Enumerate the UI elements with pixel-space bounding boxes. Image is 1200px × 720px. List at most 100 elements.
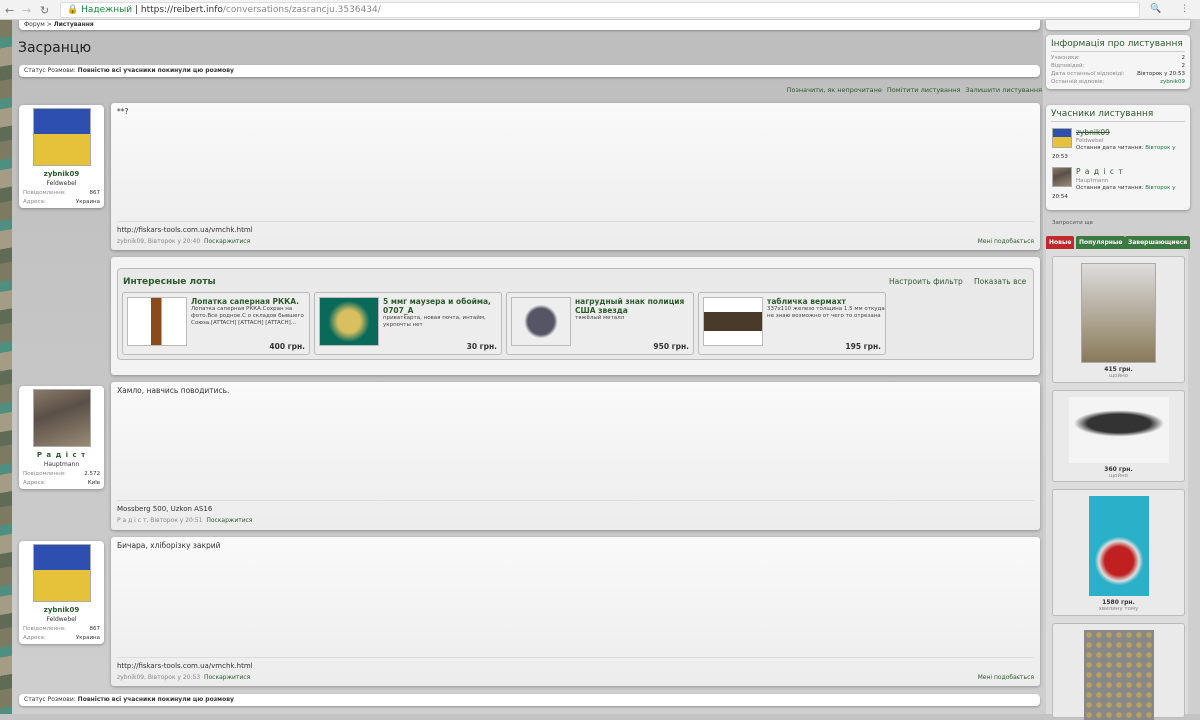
lot-time: щойно: [1108, 373, 1129, 379]
message-text: Бичара, хліборізку закрий: [117, 541, 221, 550]
leave-conversation-link[interactable]: Залишити листування: [965, 86, 1042, 94]
like-link[interactable]: Мені подобається: [978, 674, 1034, 681]
username[interactable]: Р а д і с т: [23, 451, 100, 459]
lot-price: 400 грн.: [269, 342, 305, 351]
message-meta: zybnik09, Вівторок у 20:53: [117, 674, 201, 681]
tab-popular[interactable]: Популярные: [1076, 236, 1126, 249]
back-icon[interactable]: ←: [5, 4, 14, 17]
lot-price: 195 грн.: [845, 342, 881, 351]
user-rank: Feldwebel: [46, 616, 77, 623]
lot-price: 950 грн.: [653, 342, 689, 351]
lots-title: Интересные лоты: [123, 277, 216, 287]
invite-link[interactable]: Запросити ще: [1052, 220, 1093, 226]
lot-price: 415 грн.: [1104, 366, 1133, 373]
search-icon[interactable]: 🔍: [1150, 4, 1161, 14]
address-value: Украина: [75, 199, 100, 205]
report-link[interactable]: Поскаржитися: [204, 674, 250, 681]
message-meta: Р а д і с т, Вівторок у 20:51: [117, 517, 203, 524]
lot-desc: приватkарта, новая почта, интайм, укрпоч…: [383, 315, 486, 328]
conversation-info: Інформація про листування Учасники: 2 Від…: [1046, 35, 1190, 89]
lot-desc: тяжёлый металл: [575, 315, 625, 321]
show-all-link[interactable]: Показать все: [974, 277, 1026, 286]
lot-price: 30 грн.: [466, 342, 497, 351]
last-replier-link[interactable]: zybnik09: [1160, 79, 1185, 85]
mark-unread-link[interactable]: Позначити, як непрочитане: [787, 86, 882, 94]
lot-image: [1083, 630, 1154, 720]
like-link[interactable]: Мені подобається: [978, 238, 1034, 245]
lot-price: 1580 грн.: [1102, 599, 1135, 606]
messages-count: 867: [89, 190, 101, 196]
interesting-lots: Интересные лоты Настроить фильтр Показат…: [111, 257, 1040, 375]
info-key: Останній відповів:: [1051, 79, 1105, 85]
participant-rank: Hauptmann: [1076, 178, 1109, 184]
avatar[interactable]: [1052, 128, 1072, 148]
star-conversation-link[interactable]: Помітити листування: [887, 86, 960, 94]
lot-image: [1068, 397, 1169, 463]
lock-icon: 🔒: [67, 5, 79, 15]
signature: Mossberg 500, Uzkon AS16: [117, 500, 1034, 513]
lot-time: щойно: [1108, 473, 1129, 479]
address-bar[interactable]: 🔒 Надежный | https://reibert.info/conver…: [60, 2, 1140, 18]
username[interactable]: zybnik09: [23, 606, 100, 614]
status-value: Повністю всі учасники покинули цю розмов…: [77, 696, 234, 703]
lot-image: [703, 297, 763, 346]
messages-label: Повідомлення:: [23, 190, 66, 196]
username[interactable]: zybnik09: [23, 170, 100, 178]
messages-label: Повідомлення:: [23, 626, 66, 632]
lot-image: [127, 297, 187, 346]
info-value: 2: [1181, 55, 1186, 61]
message: Хамло, навчись поводитись. Mossberg 500,…: [111, 382, 1040, 530]
participant-name[interactable]: Р а д і с т: [1076, 167, 1124, 176]
read-label: Остання дата читання:: [1076, 145, 1144, 151]
message: Бичара, хліборізку закрий http://fiskars…: [111, 537, 1040, 686]
lot-item[interactable]: нагрудный знак полиция США звезда тяжёлый…: [506, 292, 694, 355]
report-link[interactable]: Поскаржитися: [204, 238, 250, 245]
sidebar-lot-item[interactable]: 1580 грн. хвилину тому: [1052, 489, 1185, 616]
breadcrumb-current[interactable]: Листування: [54, 21, 94, 28]
info-key: Дата останньої відповіді:: [1051, 71, 1125, 77]
participant-name[interactable]: zybnik09: [1076, 128, 1110, 137]
signature: http://fiskars-tools.com.ua/vmchk.html: [117, 221, 1034, 234]
sidebar-lot-item[interactable]: 360 грн. щойно: [1052, 390, 1185, 482]
messages-label: Повідомлення:: [23, 471, 66, 477]
read-date: Вівторок у: [1145, 185, 1176, 191]
reload-icon[interactable]: ↻: [40, 4, 49, 17]
browser-toolbar: ← → ↻ 🔒 Надежный | https://reibert.info/…: [0, 0, 1200, 20]
url-path: /conversations/zasrancju.3536434/: [222, 5, 381, 15]
avatar[interactable]: [1052, 167, 1072, 187]
address-label: Адреса:: [23, 635, 46, 641]
lot-image: [319, 297, 379, 346]
avatar[interactable]: [32, 108, 91, 166]
lot-image: [1088, 496, 1149, 596]
message-meta: zybnik09, Вівторок у 20:40: [117, 238, 201, 245]
avatar[interactable]: [32, 389, 91, 447]
sidebar-lot-item[interactable]: [1052, 623, 1185, 720]
sidebar-lot-item[interactable]: 415 грн. щойно: [1052, 256, 1185, 383]
info-title: Інформація про листування: [1051, 39, 1185, 52]
messages-count: 2.572: [84, 471, 100, 477]
lot-item[interactable]: Лопатка саперная РККА. Лопатка саперная Р…: [122, 292, 310, 355]
filter-link[interactable]: Настроить фильтр: [889, 277, 963, 286]
breadcrumb-home[interactable]: Форум: [24, 21, 45, 28]
address-label: Адреса:: [23, 199, 46, 205]
read-time: 20:54: [1052, 194, 1068, 200]
avatar[interactable]: [32, 544, 91, 602]
lot-desc: Лопатка саперная РККА.Сохран на фото.Все…: [191, 306, 304, 326]
status-label: Статус Розмови:: [24, 696, 76, 703]
conversation-actions: Позначити, як непрочитане Помітити листув…: [782, 86, 1042, 94]
report-link[interactable]: Поскаржитися: [206, 517, 252, 524]
tab-ending[interactable]: Завершающиеся: [1125, 236, 1191, 249]
lot-item[interactable]: 5 ммг маузера и обойма, 0707_A приватkарт…: [314, 292, 502, 355]
menu-icon[interactable]: ⋮: [1180, 4, 1189, 14]
info-key: Учасники:: [1051, 55, 1080, 61]
user-rank: Hauptmann: [43, 461, 80, 468]
participants-title: Учасники листування: [1051, 109, 1185, 122]
info-key: Відповідей:: [1051, 63, 1085, 69]
page-title: Засранцю: [18, 40, 92, 56]
lot-desc: 337x110 железо толщина 1.5 мм откуда не …: [767, 306, 885, 319]
lot-image: [511, 297, 571, 346]
lot-item[interactable]: табличка вермахт 337x110 железо толщина 1…: [698, 292, 886, 355]
tab-new[interactable]: Новые: [1046, 236, 1075, 249]
message-text: **?: [117, 107, 129, 116]
forward-icon[interactable]: →: [22, 4, 31, 17]
